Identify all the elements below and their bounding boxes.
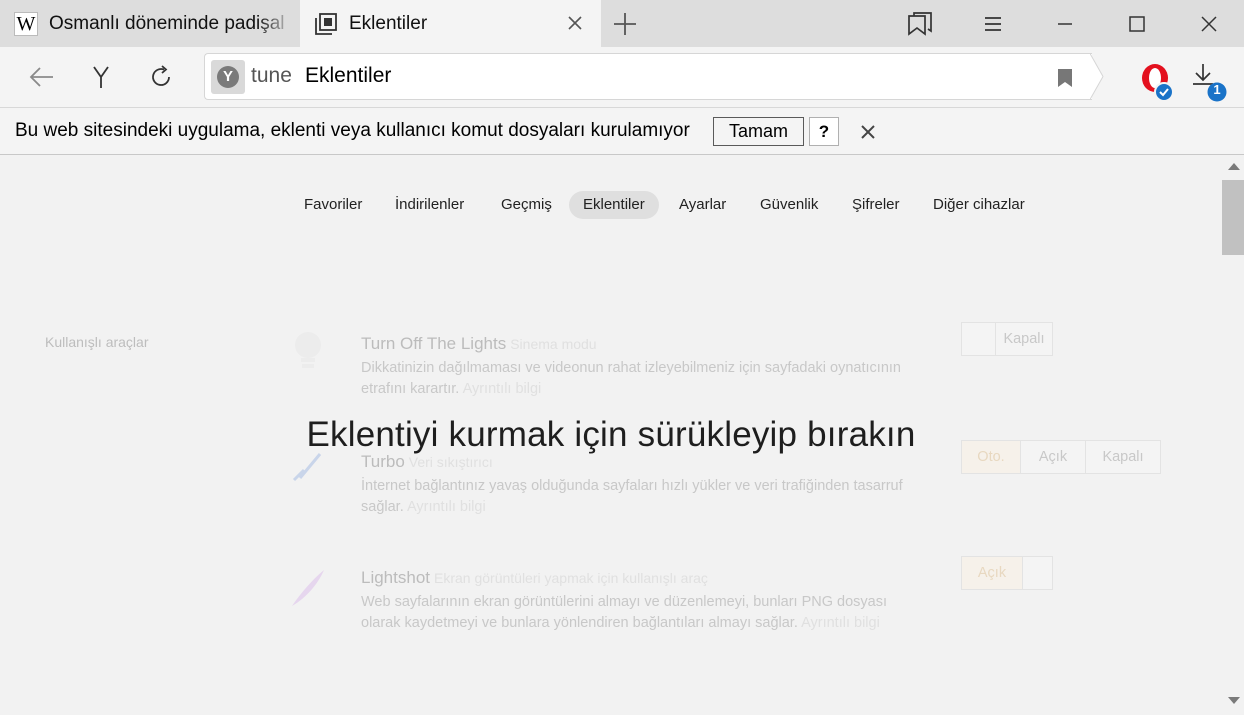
site-info-badge[interactable]: Y	[211, 60, 245, 94]
yandex-y-icon[interactable]	[87, 63, 115, 91]
tab-close-icon[interactable]	[565, 13, 585, 33]
url-scheme: tune	[251, 64, 292, 87]
more-info-link[interactable]: Ayrıntılı bilgi	[407, 499, 486, 515]
close-icon[interactable]	[860, 124, 876, 140]
extension-description: İnternet bağlantınız yavaş olduğunda say…	[361, 478, 903, 515]
address-bar[interactable]: Y tune Eklentiler	[204, 53, 1092, 100]
tab-wikipedia[interactable]: W Osmanlı döneminde padişal	[0, 0, 300, 47]
info-bar-message: Bu web sitesindeki uygulama, eklenti vey…	[15, 120, 690, 141]
tab-manager-icon[interactable]	[908, 12, 932, 36]
nav-extensions[interactable]: Eklentiler	[569, 191, 659, 219]
extension-toggle[interactable]: Kapalı	[961, 322, 1053, 356]
navigation-bar: Y tune Eklentiler	[0, 47, 1244, 107]
extension-name: Lightshot Ekran görüntüleri yapmak için k…	[361, 568, 708, 587]
close-window-icon[interactable]	[1197, 12, 1221, 36]
settings-navigation: Favoriler İndirilenler Geçmiş Eklentiler…	[0, 191, 1222, 219]
address-bar-arrow	[1090, 53, 1104, 100]
extensions-icon	[315, 12, 337, 35]
section-title: Kullanışlı araçlar	[45, 334, 149, 350]
extension-description: Web sayfalarının ekran görüntülerini alm…	[361, 594, 888, 631]
maximize-icon[interactable]	[1125, 12, 1149, 36]
more-info-link[interactable]: Ayrıntılı bilgi	[463, 381, 542, 397]
scroll-down-arrow-icon[interactable]	[1228, 697, 1240, 704]
ok-button[interactable]: Tamam	[713, 117, 804, 146]
downloads-count-badge: 1	[1213, 82, 1221, 97]
url-host: Eklentiler	[305, 64, 392, 87]
extension-description: Dikkatinizin dağılmaması ve videonun rah…	[361, 360, 901, 397]
yandex-logo-icon: Y	[217, 66, 239, 88]
nav-other-devices[interactable]: Diğer cihazlar	[933, 191, 1025, 219]
new-tab-plus-icon[interactable]	[612, 11, 638, 37]
minimize-icon[interactable]	[1053, 12, 1077, 36]
extensions-page: Favoriler İndirilenler Geçmiş Eklentiler…	[0, 155, 1222, 715]
nav-security[interactable]: Güvenlik	[760, 191, 818, 219]
tab-title: Eklentiler	[349, 12, 428, 34]
scrollbar-thumb[interactable]	[1222, 180, 1244, 255]
extension-name: Turn Off The Lights Sinema modu	[361, 334, 597, 353]
tab-title: Osmanlı döneminde padişal	[49, 12, 285, 34]
nav-history[interactable]: Geçmiş	[501, 191, 552, 219]
vertical-scrollbar[interactable]	[1222, 155, 1244, 715]
tab-extensions[interactable]: Eklentiler	[300, 0, 601, 47]
drop-to-install-overlay: Eklentiyi kurmak için sürükleyip bırakın	[306, 415, 916, 454]
lightbulb-icon	[295, 332, 321, 368]
back-arrow-icon[interactable]	[28, 63, 56, 91]
reload-icon[interactable]	[147, 63, 175, 91]
help-button[interactable]: ?	[809, 117, 839, 146]
feather-pen-icon	[292, 570, 324, 606]
nav-settings[interactable]: Ayarlar	[679, 191, 726, 219]
downloads-button[interactable]: 1	[1190, 62, 1230, 102]
wikipedia-w-icon: W	[14, 11, 38, 36]
more-info-link[interactable]: Ayrıntılı bilgi	[801, 615, 880, 631]
extension-toggle[interactable]: Açık	[961, 556, 1053, 590]
menu-hamburger-icon[interactable]	[981, 12, 1005, 36]
nav-downloads[interactable]: İndirilenler	[395, 191, 464, 219]
tab-strip: W Osmanlı döneminde padişal Eklentiler	[0, 0, 1244, 47]
scroll-up-arrow-icon[interactable]	[1228, 163, 1240, 170]
info-bar: Bu web sitesindeki uygulama, eklenti vey…	[0, 107, 1244, 155]
nav-favorites[interactable]: Favoriler	[304, 191, 362, 219]
nav-passwords[interactable]: Şifreler	[852, 191, 900, 219]
opera-extension-icon[interactable]	[1140, 62, 1172, 102]
extension-name: Turbo Veri sıkıştırıcı	[361, 452, 493, 471]
bookmark-icon[interactable]	[1057, 68, 1073, 88]
